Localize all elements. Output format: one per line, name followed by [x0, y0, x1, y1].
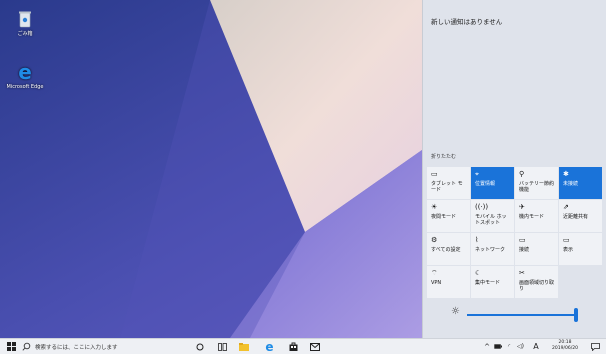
- volume-icon: ◁): [517, 343, 524, 350]
- clock-date: 2019/06/20: [552, 346, 578, 351]
- store-button[interactable]: [286, 339, 300, 354]
- bluetooth-icon: ✱: [563, 170, 569, 178]
- svg-text:e: e: [18, 62, 32, 82]
- recycle-bin-icon: [19, 11, 31, 28]
- task-view-button[interactable]: [215, 339, 229, 354]
- mail-button[interactable]: [308, 339, 322, 354]
- quick-action-network[interactable]: ⌇ ネットワーク: [471, 233, 514, 265]
- brightness-track[interactable]: [467, 314, 577, 316]
- quick-action-battery-saver[interactable]: ⚲ バッテリー節約機能: [515, 167, 558, 199]
- desktop-icon-recycle-bin[interactable]: ごみ箱: [5, 10, 45, 37]
- quick-action-label: 未接続: [563, 181, 579, 187]
- chevron-up-icon: ^: [484, 342, 490, 351]
- quick-action-airplane-mode[interactable]: ✈ 機内モード: [515, 200, 558, 232]
- search-icon: [22, 342, 31, 351]
- network-tray-button[interactable]: ◜: [504, 339, 514, 354]
- task-view-icon: [217, 342, 227, 351]
- quick-action-label: VPN: [431, 280, 442, 286]
- moon-icon: ☾: [475, 269, 482, 277]
- wifi-icon: ◜: [507, 343, 511, 350]
- desktop-icon-label: Microsoft Edge: [6, 84, 44, 90]
- quick-action-label: バッテリー節約機能: [519, 181, 555, 193]
- quick-action-all-settings[interactable]: ⚙ すべての設定: [427, 233, 470, 265]
- battery-icon: [494, 344, 502, 349]
- action-center-button[interactable]: [588, 339, 602, 354]
- quick-action-label: 画面領域切り取り: [519, 280, 555, 292]
- quick-action-label: 機内モード: [519, 214, 545, 220]
- no-notifications-text: 新しい通知はありません: [431, 18, 503, 26]
- store-bag-icon: [289, 342, 297, 351]
- mail-icon: [310, 342, 320, 351]
- quick-action-location[interactable]: ⌖ 位置情報: [471, 167, 514, 199]
- quick-action-focus-assist[interactable]: ☾ 集中モード: [471, 266, 514, 298]
- quick-action-label: 表示: [563, 247, 574, 253]
- tablet-icon: ▭: [431, 170, 438, 178]
- search-box[interactable]: 検索するには、ここに入力します: [22, 339, 188, 354]
- quick-action-mobile-hotspot[interactable]: ((·)) モバイル ホットスポット: [471, 200, 514, 232]
- cortana-button[interactable]: [193, 339, 207, 354]
- quick-action-label: 集中モード: [475, 280, 501, 286]
- quick-actions-grid: ▭ タブレット モード ⌖ 位置情報 ⚲ バッテリー節約機能 ✱ 未接続 ☀ 夜間モード ((·))…: [427, 167, 603, 298]
- quick-action-label: 接続: [519, 247, 530, 253]
- clock[interactable]: 20:18 2019/06/20: [547, 340, 583, 352]
- quick-action-label: 位置情報: [475, 181, 496, 187]
- brightness-icon: ☼: [451, 306, 460, 317]
- share-icon: ⇗: [563, 203, 569, 211]
- quick-action-label: 夜間モード: [431, 214, 457, 220]
- file-explorer-button[interactable]: [237, 339, 251, 354]
- battery-tray-button[interactable]: [493, 339, 503, 354]
- quick-action-label: 近距離共有: [563, 214, 589, 220]
- microsoft-edge-icon: e: [18, 62, 32, 82]
- desktop-icon-label: ごみ箱: [17, 31, 33, 37]
- connect-icon: ▭: [519, 236, 526, 244]
- notification-icon: [590, 342, 600, 351]
- quick-action-screen-snip[interactable]: ✂ 画面領域切り取り: [515, 266, 558, 298]
- network-icon: ⌇: [475, 236, 479, 244]
- cortana-circle-icon: [196, 343, 204, 350]
- vpn-icon: ⌔: [431, 269, 438, 277]
- airplane-icon: ✈: [519, 203, 525, 211]
- quick-action-label: モバイル ホットスポット: [475, 214, 507, 226]
- quick-action-vpn[interactable]: ⌔ VPN: [427, 266, 470, 298]
- show-hidden-icons-button[interactable]: ^: [482, 339, 492, 354]
- microsoft-edge-icon: e: [265, 341, 273, 352]
- folder-icon: [239, 342, 249, 351]
- gear-icon: ⚙: [431, 236, 438, 244]
- volume-tray-button[interactable]: ◁): [515, 339, 526, 354]
- snip-icon: ✂: [519, 269, 525, 277]
- quick-action-night-light[interactable]: ☀ 夜間モード: [427, 200, 470, 232]
- location-icon: ⌖: [475, 170, 479, 178]
- battery-saver-icon: ⚲: [519, 170, 525, 178]
- ime-mode-indicator: A: [533, 342, 539, 351]
- windows-logo-icon: [6, 342, 16, 351]
- quick-action-bluetooth[interactable]: ✱ 未接続: [559, 167, 602, 199]
- brightness-slider[interactable]: ☼: [427, 300, 603, 324]
- brightness-thumb[interactable]: [574, 308, 578, 322]
- quick-action-nearby-sharing[interactable]: ⇗ 近距離共有: [559, 200, 602, 232]
- start-button[interactable]: [0, 339, 22, 354]
- collapse-link[interactable]: 折りたたむ: [431, 153, 456, 160]
- project-icon: ▭: [563, 236, 570, 244]
- svg-text:e: e: [265, 341, 273, 352]
- edge-taskbar-button[interactable]: e: [261, 339, 277, 354]
- quick-action-label: ネットワーク: [475, 247, 506, 253]
- quick-action-label: タブレット モード: [431, 181, 463, 193]
- quick-action-project[interactable]: ▭ 表示: [559, 233, 602, 265]
- action-center: 新しい通知はありません 折りたたむ ▭ タブレット モード ⌖ 位置情報 ⚲ バッテリー節…: [422, 0, 606, 338]
- search-placeholder: 検索するには、ここに入力します: [35, 344, 118, 351]
- quick-action-tablet-mode[interactable]: ▭ タブレット モード: [427, 167, 470, 199]
- ime-mode-button[interactable]: A: [530, 339, 542, 354]
- night-light-icon: ☀: [431, 203, 438, 211]
- desktop-icon-microsoft-edge[interactable]: e Microsoft Edge: [5, 62, 45, 90]
- quick-action-label: すべての設定: [431, 247, 461, 253]
- taskbar: 検索するには、ここに入力します e ^ ◜ ◁) A 20:18 2019/06…: [0, 338, 606, 354]
- hotspot-icon: ((·)): [475, 203, 489, 211]
- quick-action-connect[interactable]: ▭ 接続: [515, 233, 558, 265]
